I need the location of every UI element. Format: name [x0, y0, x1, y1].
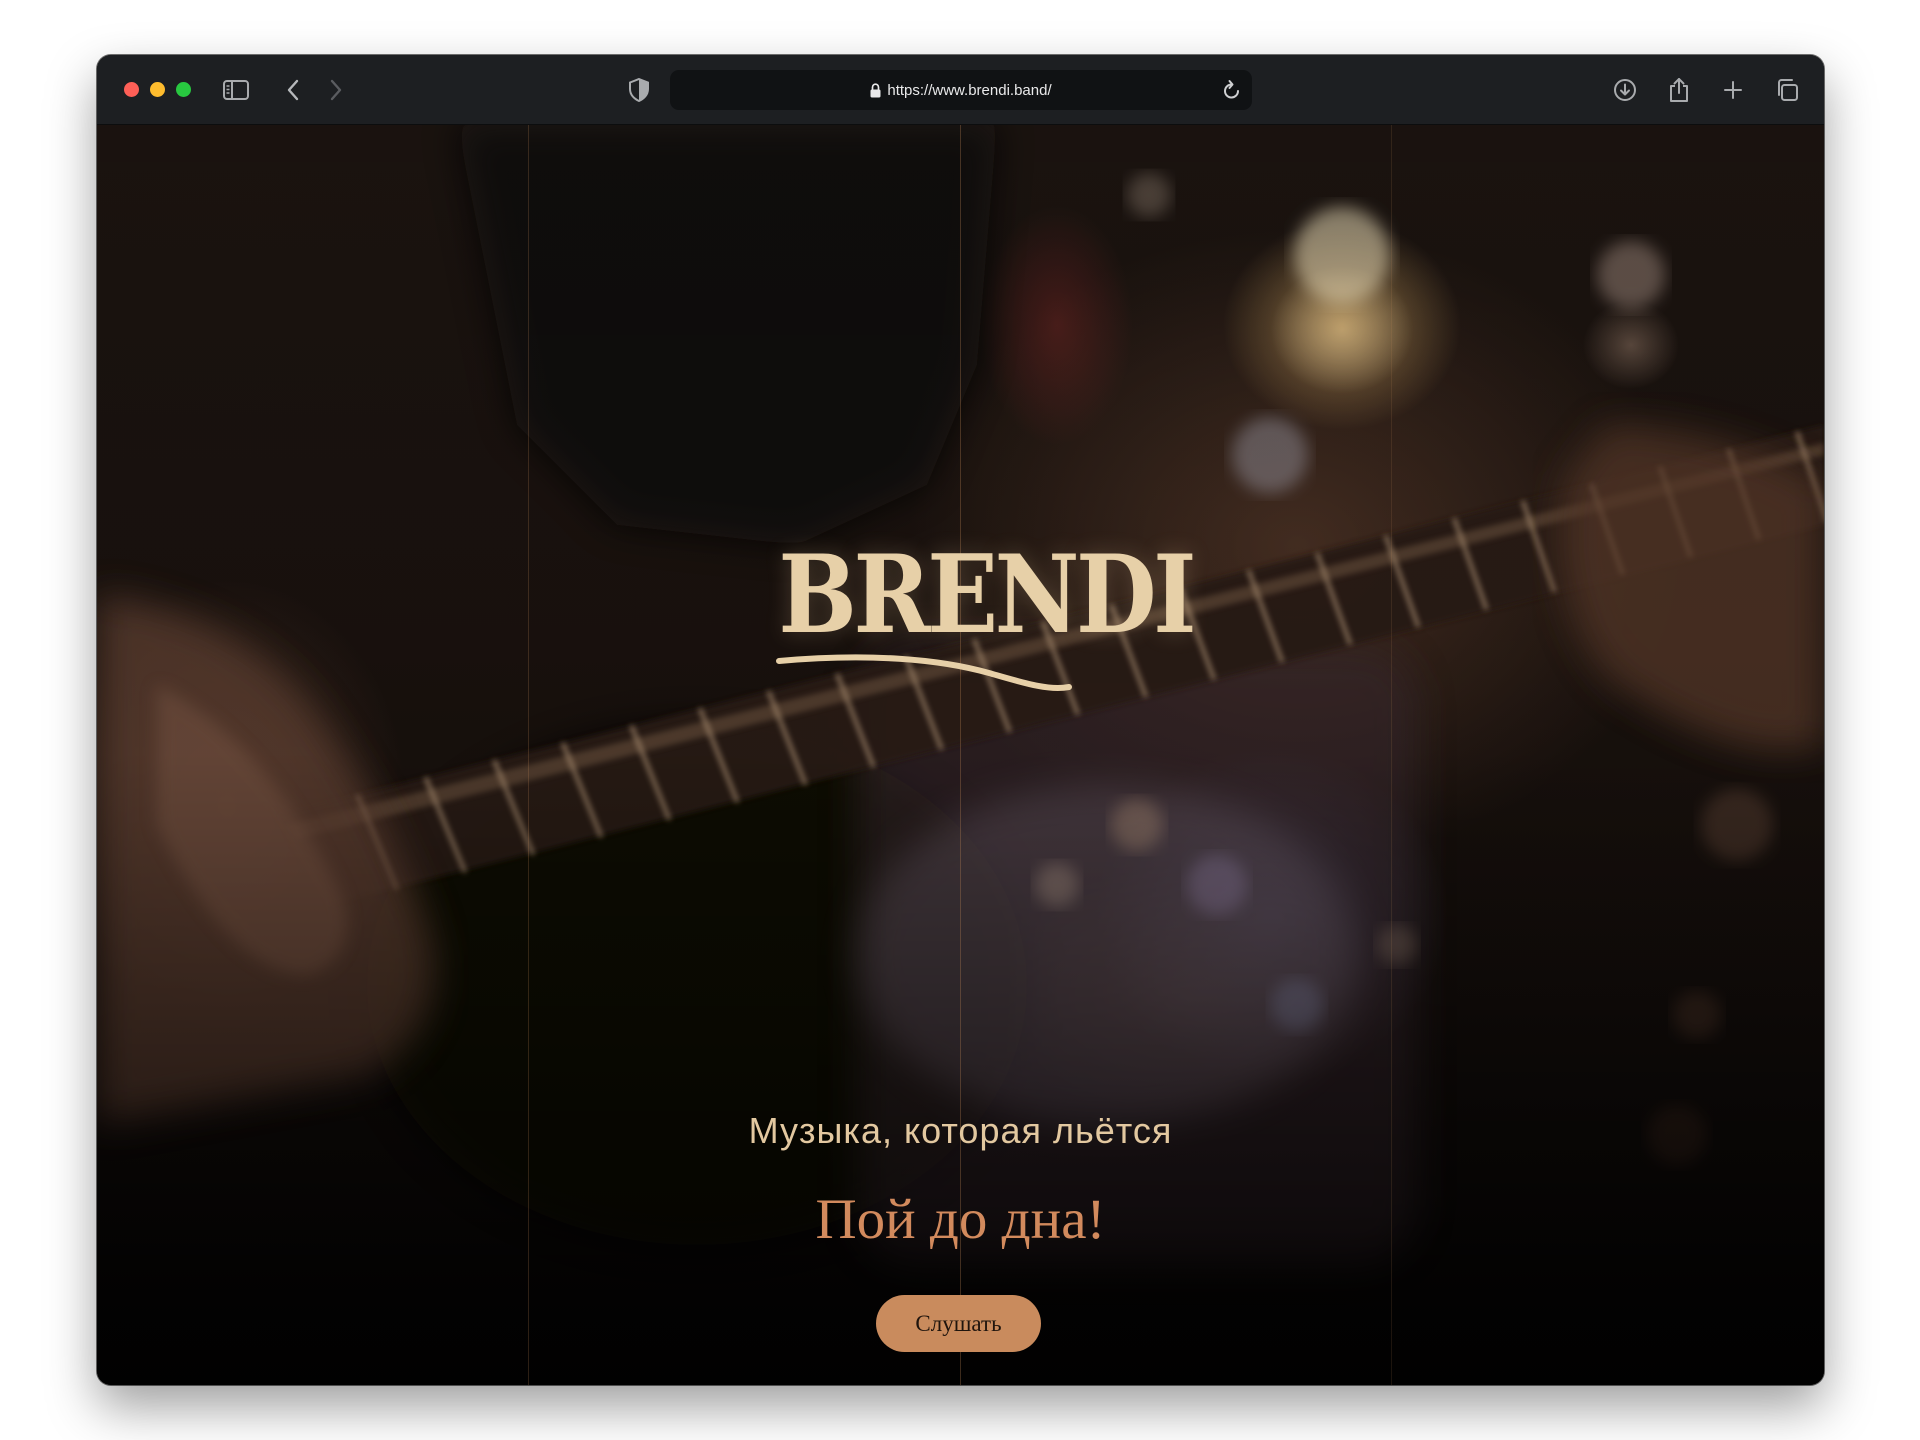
download-icon: [1614, 79, 1636, 101]
close-window-button[interactable]: [124, 82, 139, 97]
shield-icon: [629, 78, 649, 102]
reload-button[interactable]: [1222, 79, 1242, 105]
share-icon: [1670, 78, 1688, 102]
hero-tagline: Музыка, которая льётся: [748, 1110, 1173, 1151]
listen-button[interactable]: Слушать: [876, 1295, 1041, 1352]
lock-icon: [870, 82, 881, 98]
logo-swash: [776, 654, 1072, 692]
new-tab-button[interactable]: [1718, 75, 1748, 105]
privacy-report-button[interactable]: [624, 75, 654, 105]
sidebar-toggle-button[interactable]: [221, 75, 251, 105]
plus-icon: [1724, 81, 1742, 99]
sidebar-icon: [223, 80, 249, 100]
forward-button[interactable]: [321, 75, 351, 105]
brendi-logo: BRENDI: [749, 541, 1197, 711]
tab-overview-button[interactable]: [1772, 75, 1802, 105]
hero-section: BRENDI Музыка, которая льётся Пой до дна…: [97, 125, 1824, 1385]
browser-window: https://www.brendi.band/ BRENDI Музыка, …: [97, 55, 1824, 1385]
hero-slogan: Пой до дна!: [815, 1188, 1106, 1251]
back-button[interactable]: [278, 75, 308, 105]
downloads-button[interactable]: [1610, 75, 1640, 105]
browser-toolbar: https://www.brendi.band/: [97, 55, 1824, 125]
zoom-window-button[interactable]: [176, 82, 191, 97]
share-button[interactable]: [1664, 75, 1694, 105]
chevron-right-icon: [330, 79, 342, 101]
chevron-left-icon: [287, 79, 299, 101]
tabs-icon: [1778, 79, 1798, 101]
minimize-window-button[interactable]: [150, 82, 165, 97]
url-text: https://www.brendi.band/: [887, 81, 1052, 99]
reload-icon: [1224, 80, 1239, 99]
address-bar[interactable]: https://www.brendi.band/: [670, 70, 1252, 110]
